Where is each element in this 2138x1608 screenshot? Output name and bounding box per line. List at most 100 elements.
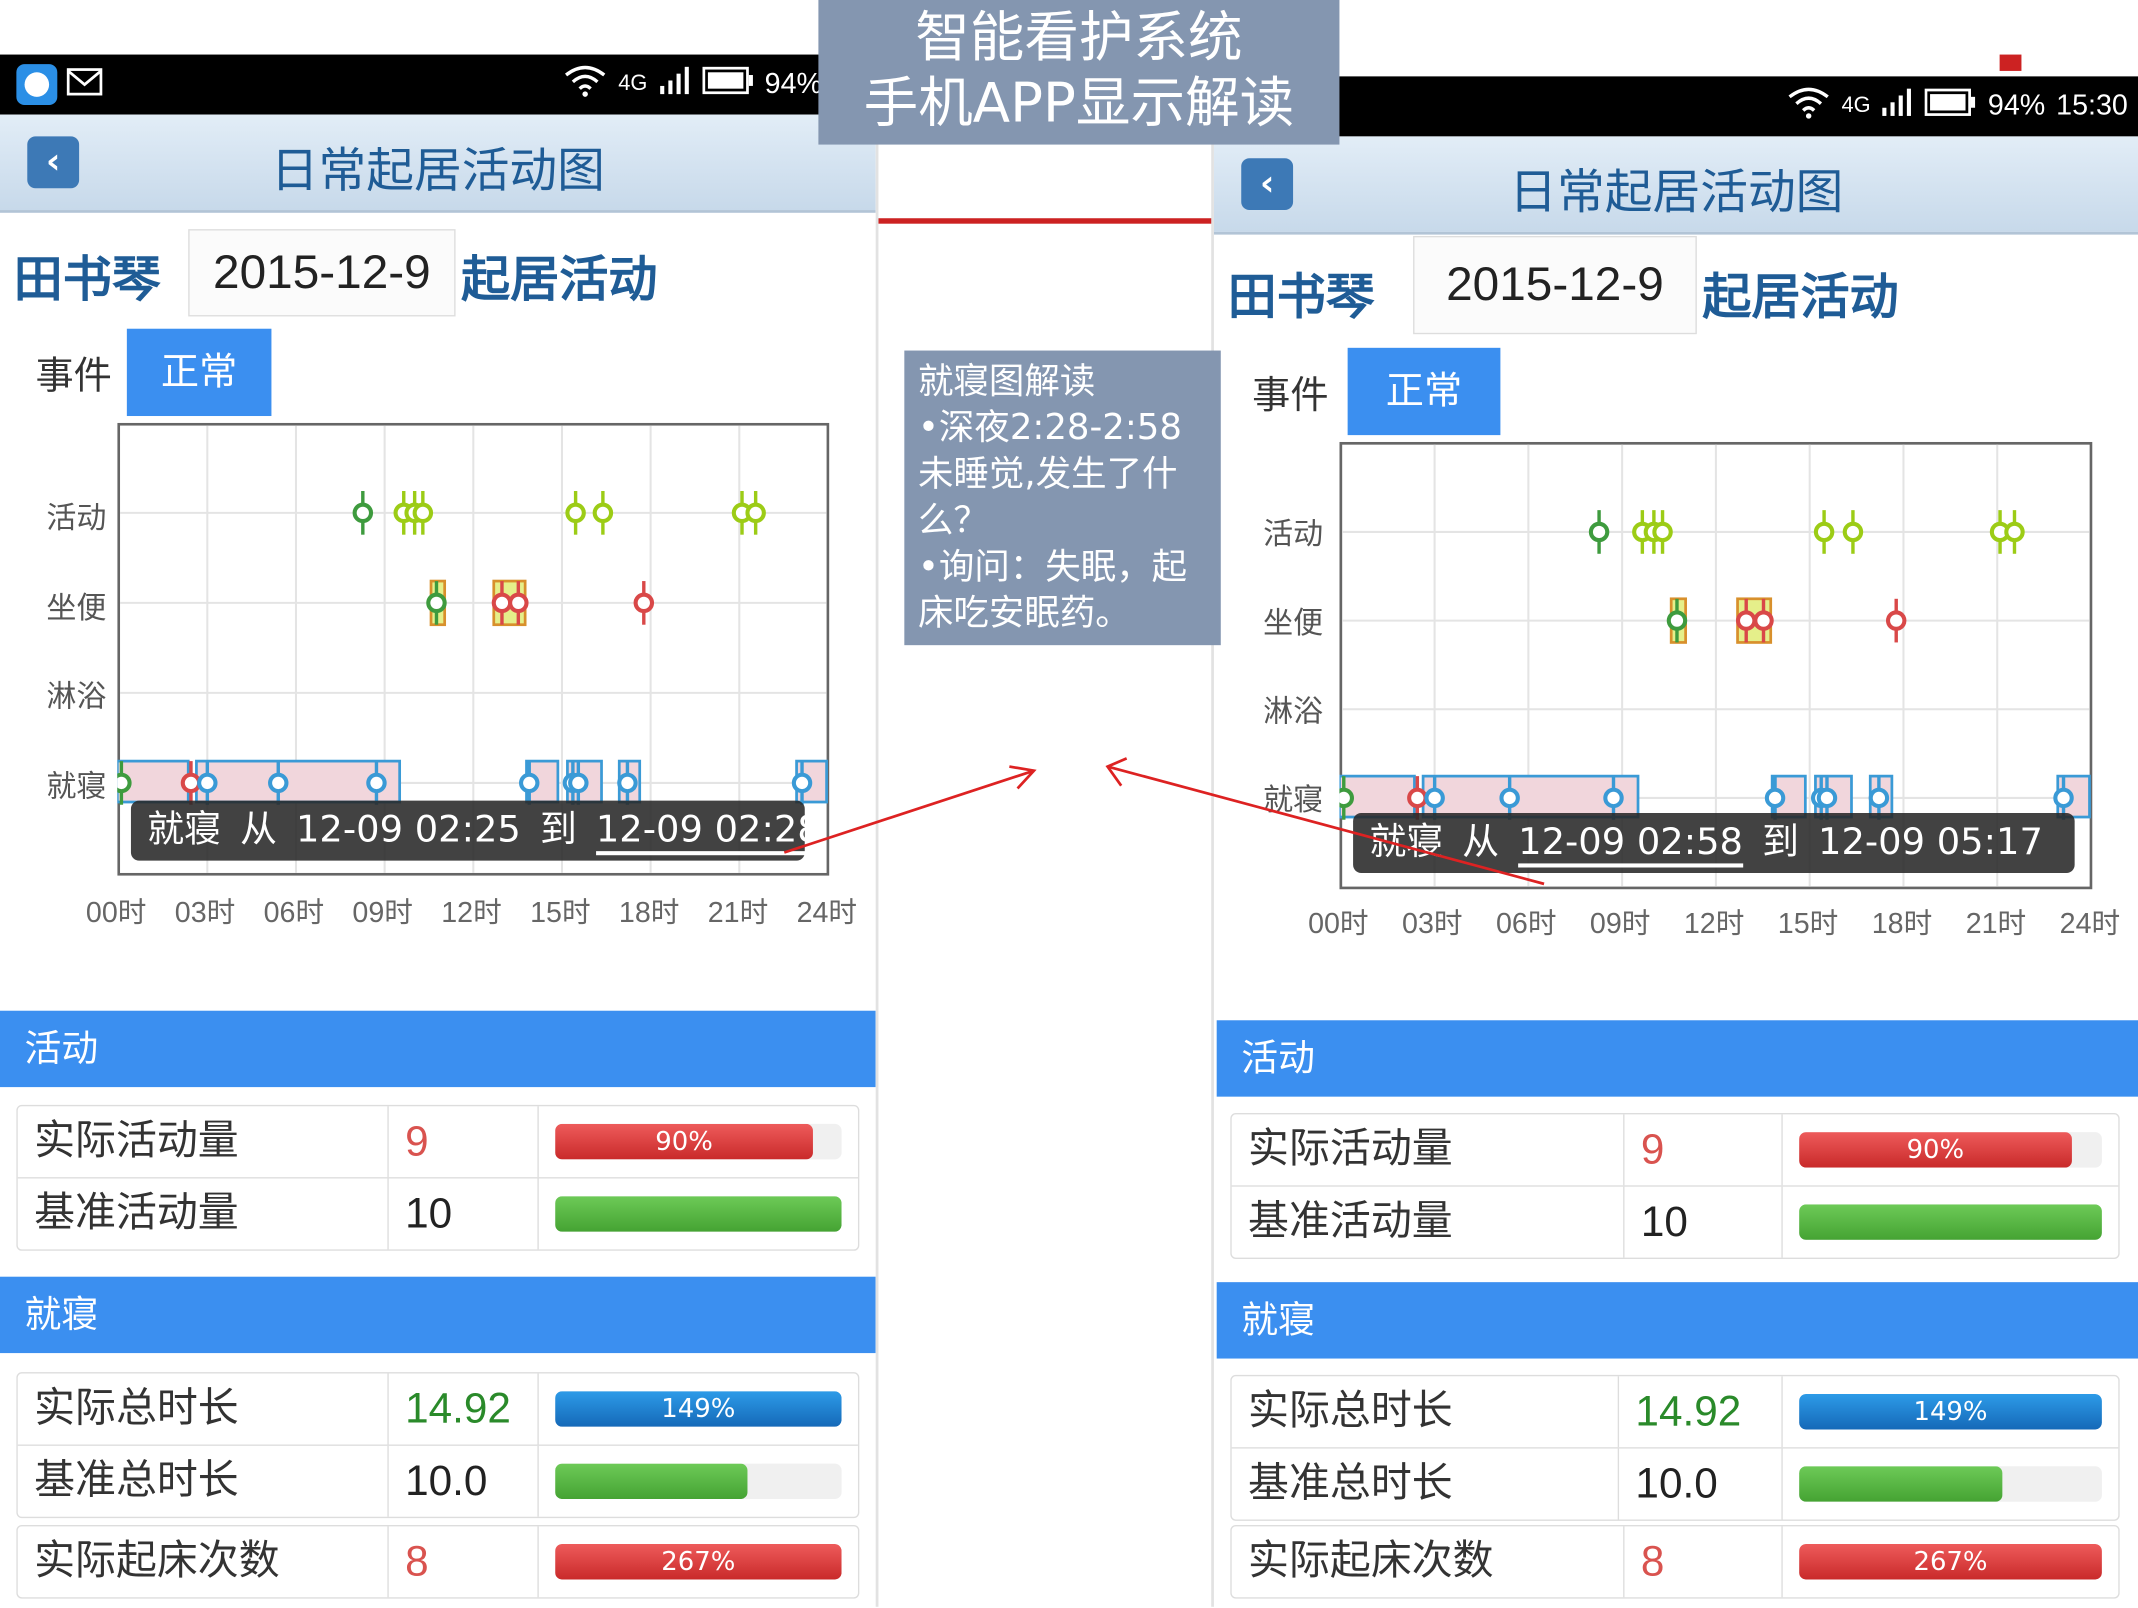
chart-tooltip: 就寝从 12-09 02:25 到 12-09 02:28 xyxy=(130,800,821,861)
heading-line-1: 智能看护系统 xyxy=(915,6,1243,70)
arrow-left-head xyxy=(1009,765,1037,790)
x-axis-label: 15时 xyxy=(1777,908,1839,940)
toilet-marker xyxy=(1735,610,1757,631)
activity-marker xyxy=(1813,521,1835,543)
info-row: 田书琴 2015-12-9 起居活动 xyxy=(0,229,876,319)
table-row: 实际总时长 14.92 149% xyxy=(1231,1376,2119,1449)
status-bar: 4G 94% 15 xyxy=(0,54,876,115)
sleep-marker xyxy=(568,772,589,794)
sleep-marker xyxy=(1339,787,1355,809)
progress-fill: 90% xyxy=(1799,1132,2072,1168)
row-label: 实际起床次数 xyxy=(1232,1526,1625,1598)
tooltip-from: 12-09 02:58 xyxy=(1518,821,1744,868)
x-axis-label: 00时 xyxy=(85,897,147,929)
sleep-marker xyxy=(268,772,289,794)
wakeup-table: 实际起床次数 8 267% xyxy=(1230,1524,2120,1599)
row-label: 基准总时长 xyxy=(18,1445,389,1517)
activity-marker xyxy=(565,502,586,524)
battery-icon xyxy=(1925,87,1977,125)
x-axis-label: 18时 xyxy=(1871,908,1933,940)
row-label: 实际总时长 xyxy=(18,1373,389,1445)
section-activity-header: 活动 xyxy=(0,1010,876,1088)
toilet-marker xyxy=(426,592,447,614)
x-axis-label: 03时 xyxy=(174,897,236,929)
y-label-activity: 活动 xyxy=(1263,518,1324,553)
page-title: 日常起居活动图 xyxy=(270,144,605,200)
y-label-activity: 活动 xyxy=(46,501,107,537)
row-value: 8 xyxy=(1625,1526,1783,1598)
x-axis-label: 21时 xyxy=(707,897,769,929)
table-row: 基准总时长 10.0 xyxy=(1232,1448,2119,1520)
sleep-marker xyxy=(1868,787,1890,809)
battery-icon xyxy=(701,65,754,103)
activity-marker xyxy=(412,502,434,524)
activity-marker xyxy=(352,502,374,524)
x-axis-label: 09时 xyxy=(1589,908,1651,940)
activity-type-label[interactable]: 起居活动 xyxy=(1702,258,1898,329)
sleep-marker xyxy=(617,772,638,794)
y-label-toilet: 坐便 xyxy=(46,591,107,627)
sleep-marker xyxy=(1499,787,1520,809)
table-row: 实际活动量 9 90% xyxy=(1231,1114,2119,1187)
event-label: 事件 xyxy=(1252,372,1329,418)
progress-bar xyxy=(1799,1204,2102,1240)
table-row: 基准总时长 10.0 xyxy=(18,1445,858,1517)
activity-type-label[interactable]: 起居活动 xyxy=(461,240,657,311)
y-label-sleep: 就寝 xyxy=(1263,784,1324,819)
y-label-sleep: 就寝 xyxy=(46,770,107,805)
progress-bar: 267% xyxy=(1799,1544,2102,1580)
row-value: 10.0 xyxy=(1619,1448,1783,1520)
row-value: 8 xyxy=(389,1526,539,1598)
signal-icon xyxy=(658,65,691,103)
sleep-marker xyxy=(519,772,540,794)
sleep-table: 实际总时长 14.92 149% 基准总时长 10.0 xyxy=(16,1372,860,1519)
progress-fill: 90% xyxy=(555,1123,813,1160)
x-axis-label: 21时 xyxy=(1965,908,2027,940)
signal-icon xyxy=(1882,87,1915,125)
sleep-marker xyxy=(366,772,387,794)
section-sleep-header: 就寝 xyxy=(0,1276,876,1354)
x-axis-label: 12时 xyxy=(441,897,502,929)
x-axis-label: 00时 xyxy=(1308,908,1369,940)
network-type: 4G xyxy=(1841,94,1871,118)
app-notification-icon xyxy=(16,64,58,106)
activity-marker xyxy=(1588,521,1610,543)
arrow-right-head xyxy=(1105,757,1128,787)
toilet-marker xyxy=(633,592,655,614)
section-activity-header: 活动 xyxy=(1216,1020,2138,1097)
date-selector[interactable]: 2015-12-9 xyxy=(1413,235,1697,335)
tooltip-to: 12-09 02:28 xyxy=(596,808,821,856)
row-label: 基准总时长 xyxy=(1232,1448,1620,1520)
row-value: 14.92 xyxy=(389,1373,539,1445)
middle-divider-line xyxy=(878,218,1213,224)
sleep-marker xyxy=(1603,787,1624,809)
tooltip-to-label: 到 xyxy=(539,808,577,852)
toilet-marker xyxy=(1885,610,1907,631)
slide-heading: 智能看护系统 手机APP显示解读 xyxy=(818,0,1340,145)
table-row: 实际总时长 14.92 149% xyxy=(17,1373,858,1446)
row-value: 10 xyxy=(389,1178,539,1250)
y-label-shower: 淋浴 xyxy=(46,680,107,715)
x-axis-label: 24时 xyxy=(2059,908,2121,940)
table-row: 实际起床次数 8 267% xyxy=(1232,1526,2119,1598)
x-axis-label: 06时 xyxy=(1495,908,1557,940)
activity-marker xyxy=(2004,521,2025,543)
normal-filter-button[interactable]: 正常 xyxy=(126,328,272,417)
x-axis-label: 12时 xyxy=(1683,908,1745,940)
title-bar: ‹ 日常起居活动图 xyxy=(1213,136,2138,235)
normal-filter-button[interactable]: 正常 xyxy=(1347,347,1501,436)
activity-marker xyxy=(1842,521,1864,543)
callout-bullet-2: •询问：失眠，起床吃安眠药。 xyxy=(917,546,1188,635)
activity-marker xyxy=(1652,521,1673,543)
tooltip-event: 就寝 xyxy=(147,808,221,852)
progress-fill: 267% xyxy=(1799,1544,2102,1580)
activity-marker xyxy=(592,502,614,524)
sleep-marker xyxy=(117,772,132,794)
x-axis-label: 03时 xyxy=(1402,908,1463,940)
progress-bar: 90% xyxy=(1799,1132,2102,1168)
mail-icon xyxy=(65,67,103,102)
row-label: 实际总时长 xyxy=(1232,1376,1620,1448)
callout-bullet-1: •深夜2:28-2:58未睡觉,发生了什么？ xyxy=(917,407,1182,542)
interpretation-callout: 就寝图解读 •深夜2:28-2:58未睡觉,发生了什么？ •询问：失眠，起床吃安… xyxy=(904,350,1221,646)
date-selector[interactable]: 2015-12-9 xyxy=(188,229,456,317)
